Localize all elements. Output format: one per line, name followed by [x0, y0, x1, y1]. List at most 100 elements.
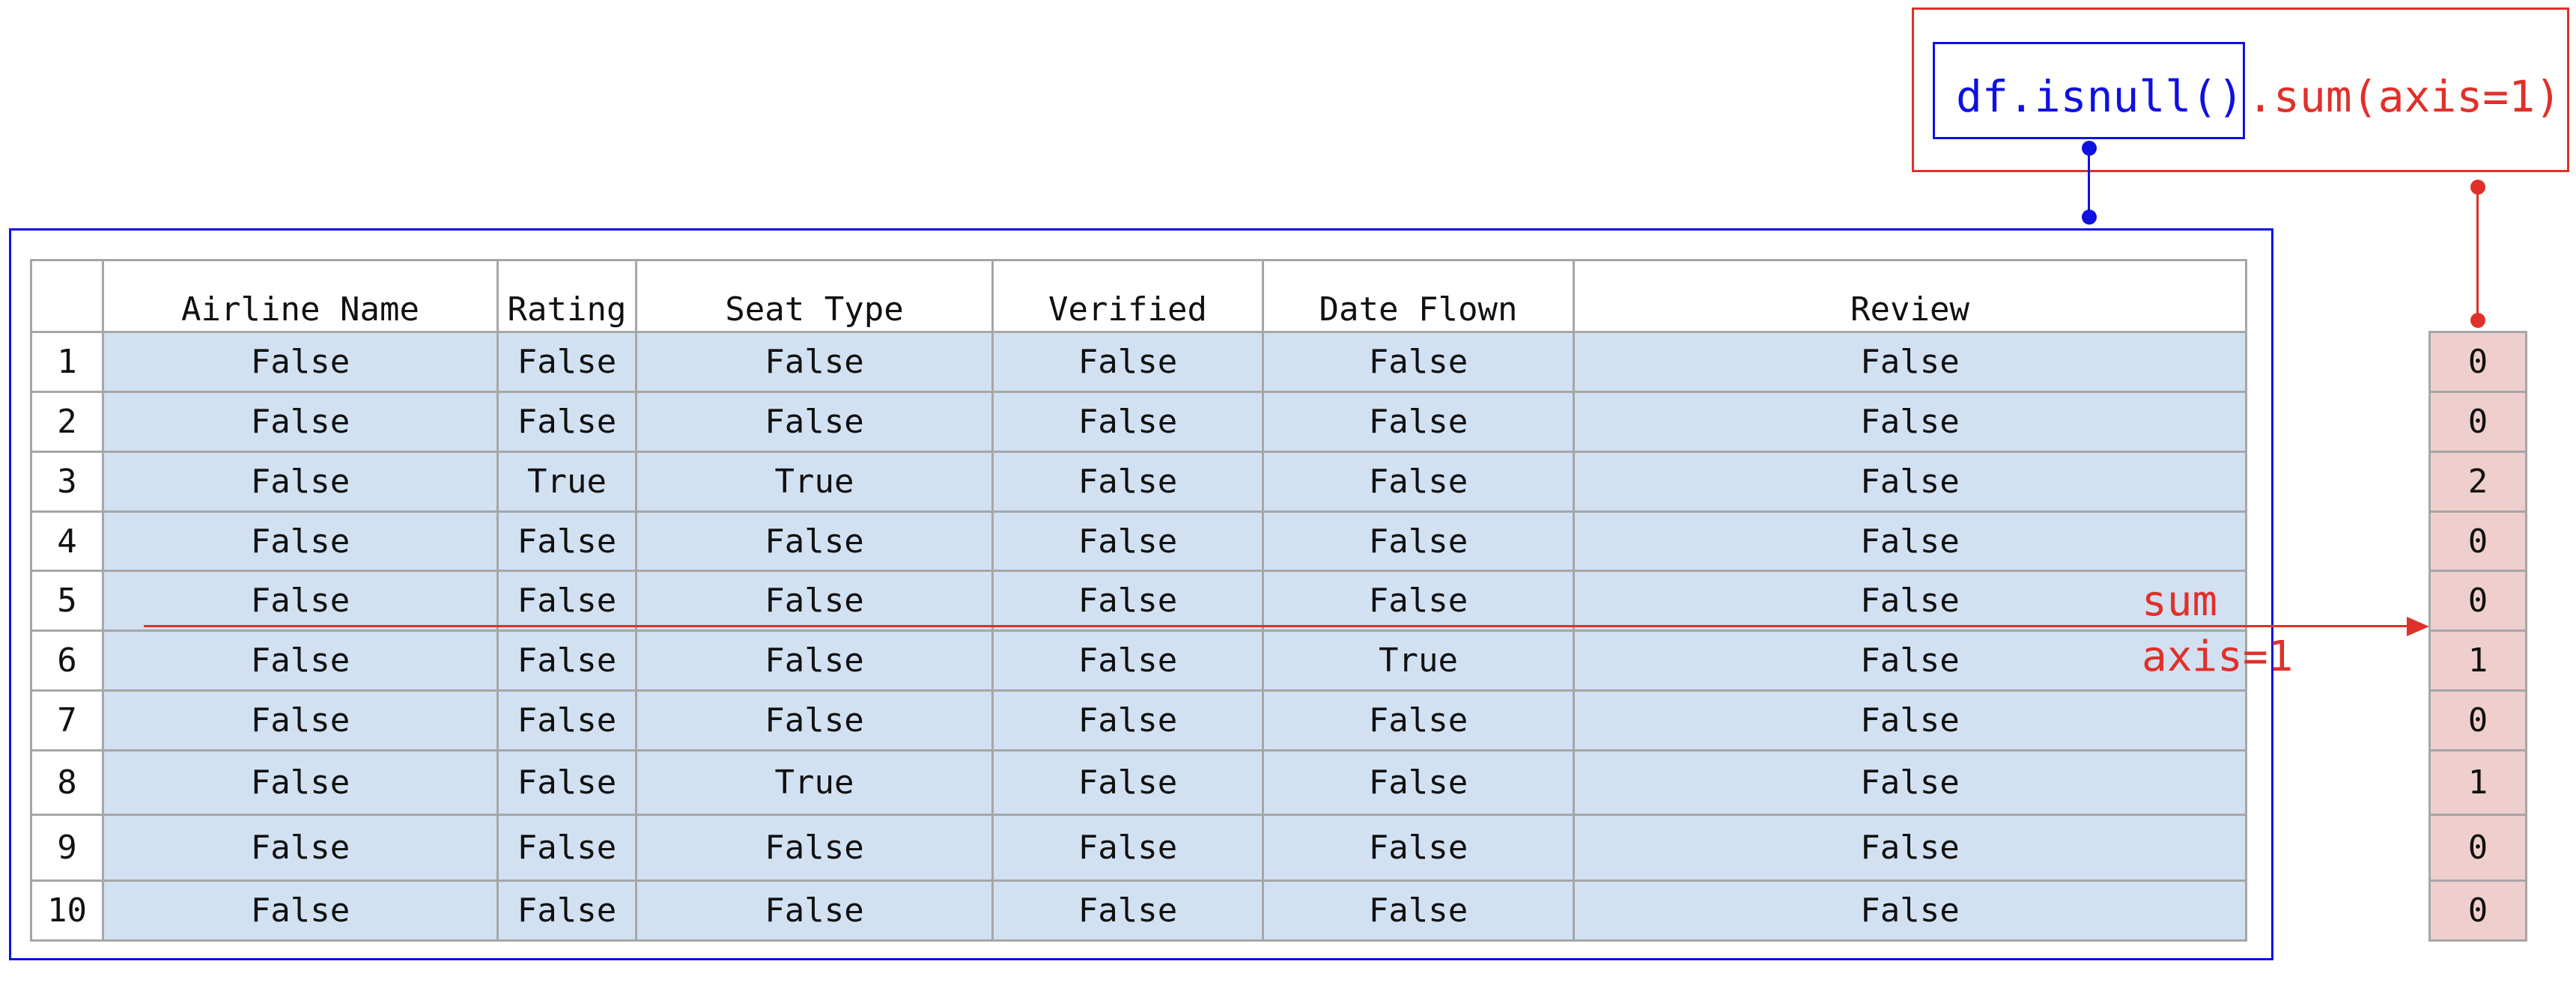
table-row: 10 False False False False False False — [30, 879, 2247, 942]
result-cell: 0 — [2428, 689, 2527, 752]
result-row: 0 — [2428, 879, 2527, 942]
column-header: Verified — [991, 259, 1264, 333]
table-cell: False — [991, 749, 1264, 817]
row-index-cell: 9 — [30, 814, 104, 882]
table-cell: False — [496, 814, 637, 882]
result-row: 0 — [2428, 390, 2527, 453]
row-sum-result-column: 0020010100 — [2428, 331, 2527, 942]
table-header-row: Airline Name Rating Seat Type Verified D… — [30, 259, 2247, 333]
table-cell: False — [102, 814, 499, 882]
sum-annotation-label: sum — [2142, 577, 2218, 626]
table-row: 9 False False False False False False — [30, 814, 2247, 882]
row-index-cell: 6 — [30, 629, 104, 692]
table-cell: False — [1262, 390, 1575, 453]
table-cell: False — [102, 390, 499, 453]
table-cell: False — [496, 510, 637, 573]
table-cell: False — [496, 331, 637, 393]
table-cell: False — [1262, 570, 1575, 632]
table-cell: False — [102, 749, 499, 817]
table-cell: False — [1262, 879, 1575, 942]
axis-annotation-label: axis=1 — [2142, 632, 2294, 681]
result-row: 0 — [2428, 689, 2527, 752]
isnull-code-text: df.isnull() — [1956, 71, 2244, 122]
row-index-cell: 10 — [30, 879, 104, 942]
column-header: Rating — [496, 259, 637, 333]
result-cell: 1 — [2428, 629, 2527, 692]
table-cell: False — [635, 570, 994, 632]
table-cell: True — [635, 749, 994, 817]
sum-connector-start-dot — [2470, 180, 2485, 195]
table-cell: False — [991, 689, 1264, 752]
table-cell: False — [496, 570, 637, 632]
table-cell: False — [635, 629, 994, 692]
table-cell: False — [635, 879, 994, 942]
result-row: 0 — [2428, 510, 2527, 573]
table-cell: False — [102, 629, 499, 692]
table-cell: False — [496, 390, 637, 453]
result-cell: 0 — [2428, 331, 2527, 393]
table-cell: False — [1573, 390, 2247, 453]
table-cell: True — [1262, 629, 1575, 692]
result-row: 0 — [2428, 570, 2527, 632]
result-row: 0 — [2428, 814, 2527, 882]
table-row: 5 False False False False False False — [30, 570, 2247, 632]
table-cell: False — [102, 689, 499, 752]
table-cell: False — [102, 570, 499, 632]
column-header: Airline Name — [102, 259, 499, 333]
sum-connector-end-dot — [2470, 313, 2485, 328]
row-index-cell: 4 — [30, 510, 104, 573]
sum-axis-arrow-line — [144, 625, 2411, 627]
result-cell: 0 — [2428, 814, 2527, 882]
row-index-cell: 1 — [30, 331, 104, 393]
table-row: 6 False False False False True False — [30, 629, 2247, 692]
table-cell: False — [102, 879, 499, 942]
table-cell: False — [991, 629, 1264, 692]
result-cell: 1 — [2428, 749, 2527, 817]
result-cell: 0 — [2428, 390, 2527, 453]
table-cell: False — [1262, 749, 1575, 817]
isnull-connector-line — [2088, 148, 2090, 217]
table-cell: False — [1573, 879, 2247, 942]
table-cell: False — [991, 879, 1264, 942]
table-cell: False — [1262, 814, 1575, 882]
table-cell: False — [991, 390, 1264, 453]
table-cell: False — [1573, 510, 2247, 573]
result-row: 2 — [2428, 450, 2527, 513]
isnull-connector-end-dot — [2082, 210, 2097, 225]
table-cell: False — [991, 510, 1264, 573]
table-cell: True — [635, 450, 994, 513]
isnull-connector-start-dot — [2082, 141, 2097, 156]
table-cell: False — [635, 510, 994, 573]
result-cell: 2 — [2428, 450, 2527, 513]
table-row: 8 False False True False False False — [30, 749, 2247, 817]
table-row: 4 False False False False False False — [30, 510, 2247, 573]
column-header: Date Flown — [1262, 259, 1575, 333]
row-index-cell: 2 — [30, 390, 104, 453]
table-cell: False — [635, 331, 994, 393]
table-cell: False — [102, 510, 499, 573]
table-cell: False — [1573, 689, 2247, 752]
sum-connector-line — [2476, 187, 2479, 320]
table-cell: False — [991, 331, 1264, 393]
table-cell: False — [496, 689, 637, 752]
table-cell: False — [991, 570, 1264, 632]
table-row: 2 False False False False False False — [30, 390, 2247, 453]
result-row: 1 — [2428, 629, 2527, 692]
result-row: 0 — [2428, 331, 2527, 393]
table-cell: False — [991, 814, 1264, 882]
table-cell: False — [1262, 450, 1575, 513]
table-cell: True — [496, 450, 637, 513]
table-cell: False — [1262, 510, 1575, 573]
table-cell: False — [102, 450, 499, 513]
result-cell: 0 — [2428, 879, 2527, 942]
row-index-cell: 5 — [30, 570, 104, 632]
column-header: Review — [1573, 259, 2247, 333]
result-cell: 0 — [2428, 510, 2527, 573]
table-cell: False — [496, 749, 637, 817]
table-cell: False — [496, 879, 637, 942]
table-row: 3 False True True False False False — [30, 450, 2247, 513]
index-header-cell — [30, 259, 104, 333]
column-header: Seat Type — [635, 259, 994, 333]
table-cell: False — [1262, 331, 1575, 393]
table-row: 7 False False False False False False — [30, 689, 2247, 752]
